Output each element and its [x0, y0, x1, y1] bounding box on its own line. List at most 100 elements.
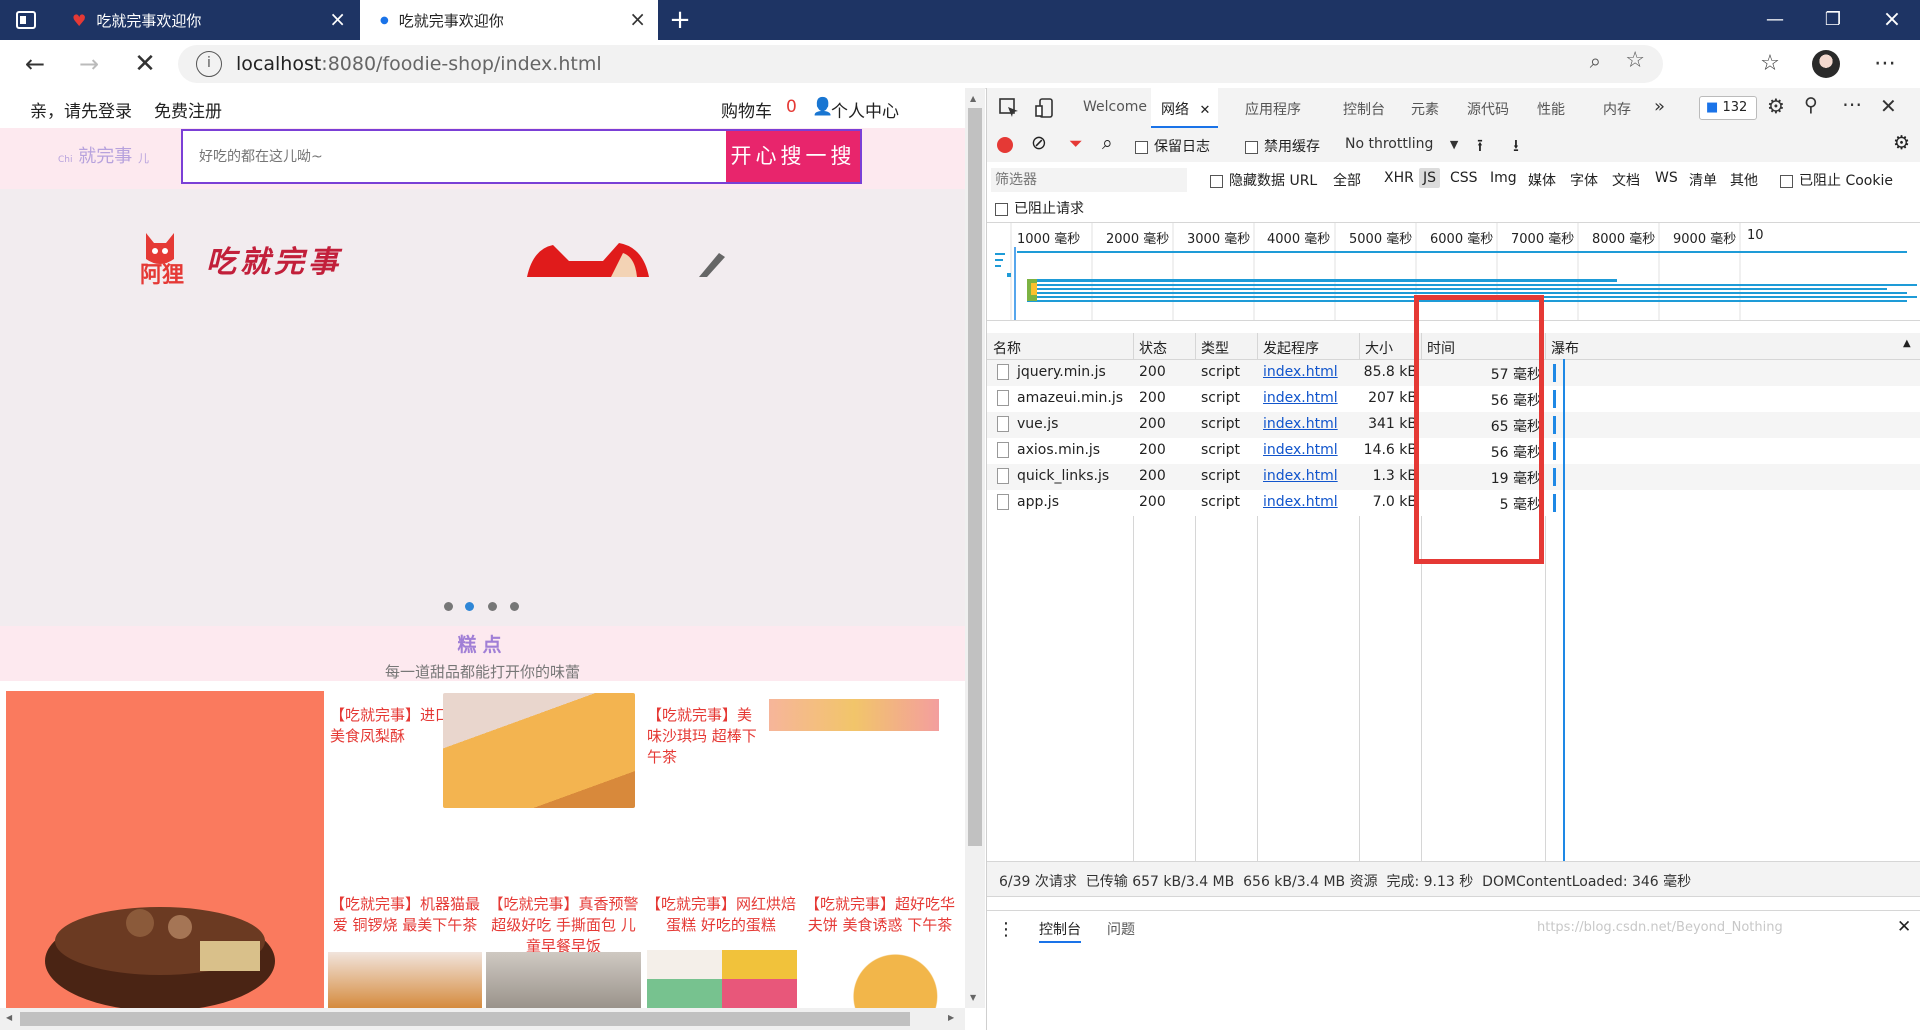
close-window-icon[interactable]: ×: [1872, 4, 1912, 36]
tab-welcome[interactable]: Welcome: [1083, 99, 1147, 115]
scrollbar-up-arrow[interactable]: ▲: [970, 94, 976, 103]
close-tab-icon[interactable]: ×: [629, 9, 646, 29]
row-initiator-link[interactable]: index.html: [1263, 364, 1338, 380]
scrollbar-right-arrow[interactable]: ▶: [948, 1013, 954, 1022]
tab-network[interactable]: 网络 ✕: [1151, 88, 1219, 128]
type-filter-font[interactable]: 字体: [1570, 170, 1598, 190]
product-card[interactable]: 【吃就完事】进口美食凤梨酥: [326, 691, 639, 887]
restore-icon[interactable]: ❐: [1813, 4, 1853, 36]
search-button[interactable]: 开心搜一搜: [726, 131, 860, 182]
scrollbar-thumb[interactable]: [968, 108, 982, 846]
close-devtools-icon[interactable]: ✕: [1880, 94, 1897, 118]
type-filter-ws[interactable]: WS: [1655, 170, 1678, 186]
drawer-tab-console[interactable]: 控制台: [1039, 911, 1081, 943]
browser-tab-1[interactable]: ♥ 吃就完事欢迎你 ×: [58, 0, 358, 40]
type-filter-media[interactable]: 媒体: [1528, 170, 1556, 190]
more-tabs-icon[interactable]: »: [1654, 96, 1665, 117]
search-input[interactable]: [197, 143, 741, 171]
tab-performance[interactable]: 性能: [1537, 99, 1565, 119]
search-icon[interactable]: ⌕: [1102, 132, 1113, 154]
cart-link[interactable]: 购物车: [721, 97, 772, 122]
col-size[interactable]: 大小: [1365, 338, 1393, 358]
type-filter-other[interactable]: 其他: [1730, 170, 1758, 190]
preserve-log-checkbox[interactable]: 保留日志: [1135, 136, 1210, 156]
register-link[interactable]: 免费注册: [154, 97, 222, 122]
stop-loading-icon[interactable]: ✕: [128, 48, 162, 80]
type-filter-manifest[interactable]: 清单: [1689, 170, 1717, 190]
close-tab-icon[interactable]: ✕: [1199, 103, 1210, 118]
avatar[interactable]: [1812, 50, 1840, 78]
col-type[interactable]: 类型: [1201, 338, 1229, 358]
close-drawer-icon[interactable]: ✕: [1897, 917, 1911, 937]
issues-badge[interactable]: ■ 132: [1699, 96, 1757, 120]
row-initiator-link[interactable]: index.html: [1263, 468, 1338, 484]
col-waterfall[interactable]: 瀑布: [1551, 338, 1579, 358]
product-card[interactable]: 【吃就完事】超好吃华夫饼 美食诱惑 下午茶: [801, 888, 959, 1008]
row-initiator-link[interactable]: index.html: [1263, 416, 1338, 432]
type-filter-all[interactable]: 全部: [1333, 170, 1361, 190]
blocked-requests-checkbox[interactable]: 已阻止请求: [995, 198, 1084, 218]
export-har-icon[interactable]: ⭳: [1513, 133, 1519, 162]
device-emulation-icon[interactable]: [1033, 96, 1057, 120]
minimize-icon[interactable]: —: [1755, 4, 1795, 36]
site-logo[interactable]: Chi 就完事 儿: [58, 142, 149, 168]
sort-ascending-icon[interactable]: ▲: [1903, 338, 1911, 349]
page-vertical-scrollbar[interactable]: ▲ ▼: [965, 88, 985, 1008]
row-initiator-link[interactable]: index.html: [1263, 494, 1338, 510]
network-settings-icon[interactable]: ⚙: [1893, 132, 1910, 154]
tab-elements[interactable]: 元素: [1411, 99, 1439, 119]
featured-cake-card[interactable]: [6, 691, 324, 1008]
scrollbar-thumb[interactable]: [20, 1012, 910, 1026]
add-favorite-icon[interactable]: ☆: [1625, 48, 1645, 73]
carousel-dot-3[interactable]: [488, 602, 497, 611]
tab-memory[interactable]: 内存: [1603, 99, 1631, 119]
tab-console[interactable]: 控制台: [1343, 99, 1385, 119]
clear-icon[interactable]: ⊘: [1031, 132, 1047, 154]
connect-icon[interactable]: ⚲: [1804, 94, 1818, 116]
type-filter-css[interactable]: CSS: [1450, 170, 1478, 186]
import-har-icon[interactable]: ⭱: [1477, 133, 1483, 162]
browser-tab-2[interactable]: ● 吃就完事欢迎你 ×: [360, 0, 658, 40]
favorites-icon[interactable]: ☆: [1753, 48, 1787, 80]
customize-menu-icon[interactable]: ⋯: [1842, 92, 1862, 116]
tab-sources[interactable]: 源代码: [1467, 99, 1509, 119]
banner-carousel[interactable]: 阿狸 吃就完事: [0, 189, 965, 626]
scrollbar-down-arrow[interactable]: ▼: [970, 993, 976, 1002]
tab-actions-icon[interactable]: [14, 8, 38, 32]
type-filter-img[interactable]: Img: [1490, 170, 1517, 186]
address-field[interactable]: i localhost:8080/foodie-shop/index.html …: [178, 45, 1663, 83]
disable-cache-checkbox[interactable]: 禁用缓存: [1245, 136, 1320, 156]
carousel-dot-2[interactable]: [465, 602, 474, 611]
product-card[interactable]: 【吃就完事】美味沙琪玛 超棒下午茶: [641, 691, 957, 887]
settings-gear-icon[interactable]: ⚙: [1767, 94, 1785, 118]
inspect-element-icon[interactable]: [997, 96, 1021, 120]
carousel-dot-1[interactable]: [444, 602, 453, 611]
carousel-dot-4[interactable]: [510, 602, 519, 611]
close-tab-icon[interactable]: ×: [329, 9, 346, 29]
page-horizontal-scrollbar[interactable]: ◀ ▶: [0, 1008, 965, 1030]
filter-icon[interactable]: ⏷: [1069, 134, 1083, 154]
type-filter-xhr[interactable]: XHR: [1384, 170, 1414, 186]
login-link[interactable]: 亲，请先登录: [30, 97, 132, 122]
new-tab-icon[interactable]: +: [664, 4, 696, 36]
back-icon[interactable]: ←: [18, 48, 52, 80]
scrollbar-left-arrow[interactable]: ◀: [6, 1013, 12, 1022]
col-name[interactable]: 名称: [993, 338, 1021, 358]
filter-input[interactable]: [991, 168, 1187, 192]
user-center-link[interactable]: 个人中心: [831, 97, 899, 122]
type-filter-doc[interactable]: 文档: [1612, 170, 1640, 190]
product-card[interactable]: 【吃就完事】真香预警 超级好吃 手撕面包 儿童早餐早饭: [486, 888, 641, 1008]
type-filter-js[interactable]: JS: [1419, 168, 1441, 188]
hide-data-url-checkbox[interactable]: 隐藏数据 URL: [1210, 170, 1317, 190]
row-initiator-link[interactable]: index.html: [1263, 390, 1338, 406]
blocked-cookies-checkbox[interactable]: 已阻止 Cookie: [1780, 170, 1893, 190]
col-status[interactable]: 状态: [1139, 338, 1167, 358]
site-info-icon[interactable]: i: [196, 51, 222, 77]
zoom-icon[interactable]: ⌕: [1590, 49, 1601, 73]
tab-application[interactable]: 应用程序: [1245, 99, 1301, 119]
more-menu-icon[interactable]: ⋯: [1868, 48, 1902, 80]
drawer-tab-issues[interactable]: 问题: [1107, 919, 1135, 939]
forward-icon[interactable]: →: [72, 48, 106, 80]
record-icon[interactable]: [997, 137, 1013, 153]
product-card[interactable]: 【吃就完事】网红烘焙蛋糕 好吃的蛋糕: [643, 888, 799, 1008]
